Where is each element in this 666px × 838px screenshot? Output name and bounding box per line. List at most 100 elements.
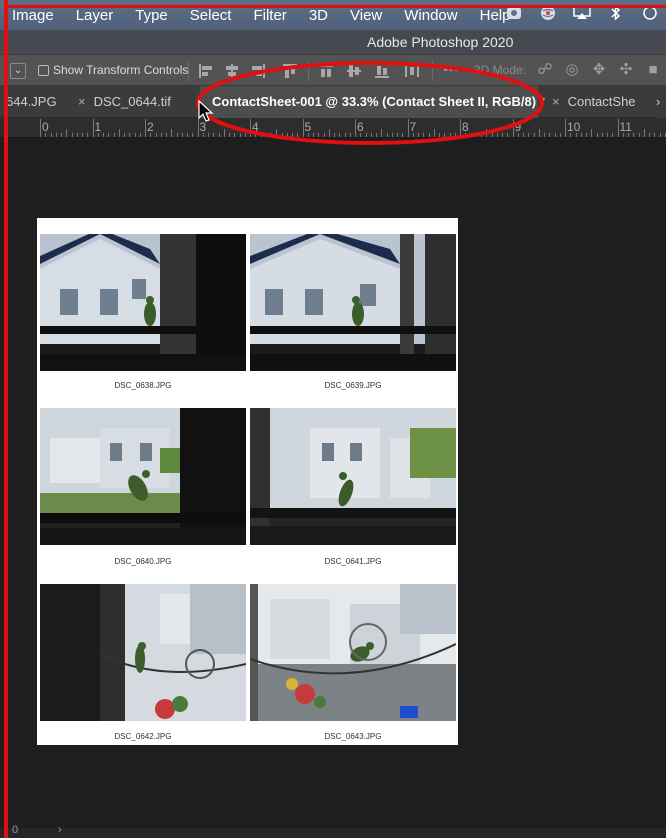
status-arrow-icon[interactable]: › [58, 824, 62, 836]
ruler-number: 3 [199, 120, 207, 134]
ruler-tick [428, 133, 430, 137]
ruler-tick [313, 133, 314, 137]
ruler-tick [549, 133, 551, 137]
distribute-horizontal-icon[interactable] [404, 63, 420, 79]
show-transform-controls-checkbox[interactable] [38, 65, 49, 76]
ruler-tick [113, 133, 115, 137]
creative-cloud-icon[interactable] [504, 6, 524, 24]
ruler-tick [171, 129, 173, 137]
ruler-tick [580, 133, 582, 137]
ruler-tick [517, 133, 519, 137]
ruler-tick [307, 133, 309, 137]
tab-dsc-0644-tif[interactable]: × DSC_0644.tif [78, 86, 171, 118]
ruler-tick [239, 133, 241, 137]
ruler-tick [45, 133, 47, 137]
bluetooth-icon[interactable] [606, 5, 626, 25]
contact-sheet-document[interactable]: DSC_0638.JPG DSC_0639.JPG DSC_0640.JPG D… [37, 218, 458, 745]
ruler-tick [129, 133, 131, 137]
menu-type[interactable]: Type [121, 7, 168, 24]
ruler-tick [265, 133, 267, 137]
roll-3d-icon[interactable]: ◎ [563, 61, 581, 79]
ruler-tick [344, 133, 346, 137]
ruler-tick [439, 133, 440, 137]
ruler-tick [376, 133, 377, 137]
more-options-icon[interactable]: ••• [442, 61, 460, 79]
separator [188, 61, 189, 81]
align-right-icon[interactable] [250, 63, 266, 79]
menu-view[interactable]: View [336, 7, 382, 24]
thumbnail-filename: DSC_0640.JPG [114, 557, 172, 566]
orbit-3d-icon[interactable]: ☍ [536, 61, 554, 79]
ruler-tick [97, 133, 99, 137]
ruler-tick [449, 133, 451, 137]
distribute-top-icon[interactable] [318, 63, 334, 79]
globe-icon[interactable] [538, 5, 558, 25]
tab-dsc-0644-jpg[interactable]: 644.JPG [6, 86, 57, 118]
tabs-overflow-button[interactable]: › [656, 86, 666, 118]
drag-3d-icon[interactable]: ✥ [590, 61, 608, 79]
menu-3d[interactable]: 3D [295, 7, 328, 24]
align-left-icon[interactable] [198, 63, 214, 79]
thumbnail-filename: DSC_0643.JPG [324, 732, 382, 741]
ruler-tick [433, 129, 435, 137]
thumbnail-image [250, 408, 456, 545]
close-icon[interactable]: × [552, 94, 560, 109]
tool-preset-dropdown[interactable]: ⌄ [10, 63, 26, 79]
ruler-number: 1 [94, 120, 102, 134]
ruler-tick [360, 133, 362, 137]
time-machine-icon[interactable] [640, 6, 660, 24]
ruler-tick [40, 119, 41, 137]
airplay-icon[interactable] [572, 6, 592, 24]
menu-layer[interactable]: Layer [62, 7, 114, 24]
ruler-tick [276, 129, 278, 137]
zoom-readout[interactable]: 0 [12, 824, 18, 836]
distribute-vertical-center-icon[interactable] [346, 63, 362, 79]
ruler-tick [82, 133, 83, 137]
ruler-tick [538, 129, 540, 137]
ruler-tick [281, 133, 283, 137]
close-icon[interactable]: × [78, 94, 86, 109]
distribute-bottom-icon[interactable] [374, 63, 390, 79]
ruler-tick [218, 133, 220, 137]
ruler-number: 8 [462, 120, 469, 134]
menu-image[interactable]: Image [0, 7, 54, 24]
ruler-tick [586, 133, 587, 137]
thumbnail-image [40, 408, 246, 545]
ruler-tick [591, 129, 593, 137]
menu-window[interactable]: Window [390, 7, 457, 24]
ruler-tick [181, 133, 183, 137]
ruler-tick [559, 133, 561, 137]
ruler-tick [61, 133, 62, 137]
ruler-tick [554, 133, 556, 137]
ruler-tick [418, 133, 419, 137]
tab-label: ContactShe [567, 94, 636, 109]
ruler-tick [87, 133, 89, 137]
ruler-tick [649, 133, 650, 137]
align-top-icon[interactable] [282, 63, 298, 79]
ruler-tick [654, 133, 656, 137]
ruler-tick [512, 119, 514, 137]
ruler-tick [302, 119, 304, 137]
ruler-tick [407, 119, 409, 137]
ruler-tick [176, 133, 178, 137]
ruler-tick [454, 133, 456, 137]
ruler-tick [155, 133, 157, 137]
ruler-tick [370, 133, 372, 137]
ruler-tick [628, 133, 629, 137]
menu-filter[interactable]: Filter [239, 7, 286, 24]
slide-3d-icon[interactable]: ✣ [617, 61, 635, 79]
ruler-tick [208, 133, 209, 137]
ruler-tick [502, 133, 503, 137]
tab-contactsheet-001[interactable]: ContactSheet-001 @ 33.3% (Contact Sheet … [200, 86, 545, 118]
ruler-tick [643, 129, 645, 137]
chevron-down-icon: ⌄ [13, 65, 23, 76]
ruler-tick [381, 129, 383, 137]
ruler-tick [76, 133, 78, 137]
video-camera-icon[interactable]: ■ [644, 61, 662, 79]
tab-label: ContactSheet-001 @ 33.3% (Contact Sheet … [212, 94, 545, 109]
align-horizontal-center-icon[interactable] [224, 63, 240, 79]
thumbnail-filename: DSC_0642.JPG [114, 732, 172, 741]
menu-select[interactable]: Select [176, 7, 232, 24]
tab-contactsheet[interactable]: × ContactShe [552, 86, 636, 118]
horizontal-ruler[interactable]: 0 1 2 3 4 5 6 7 8 9 10 11 [0, 118, 666, 138]
